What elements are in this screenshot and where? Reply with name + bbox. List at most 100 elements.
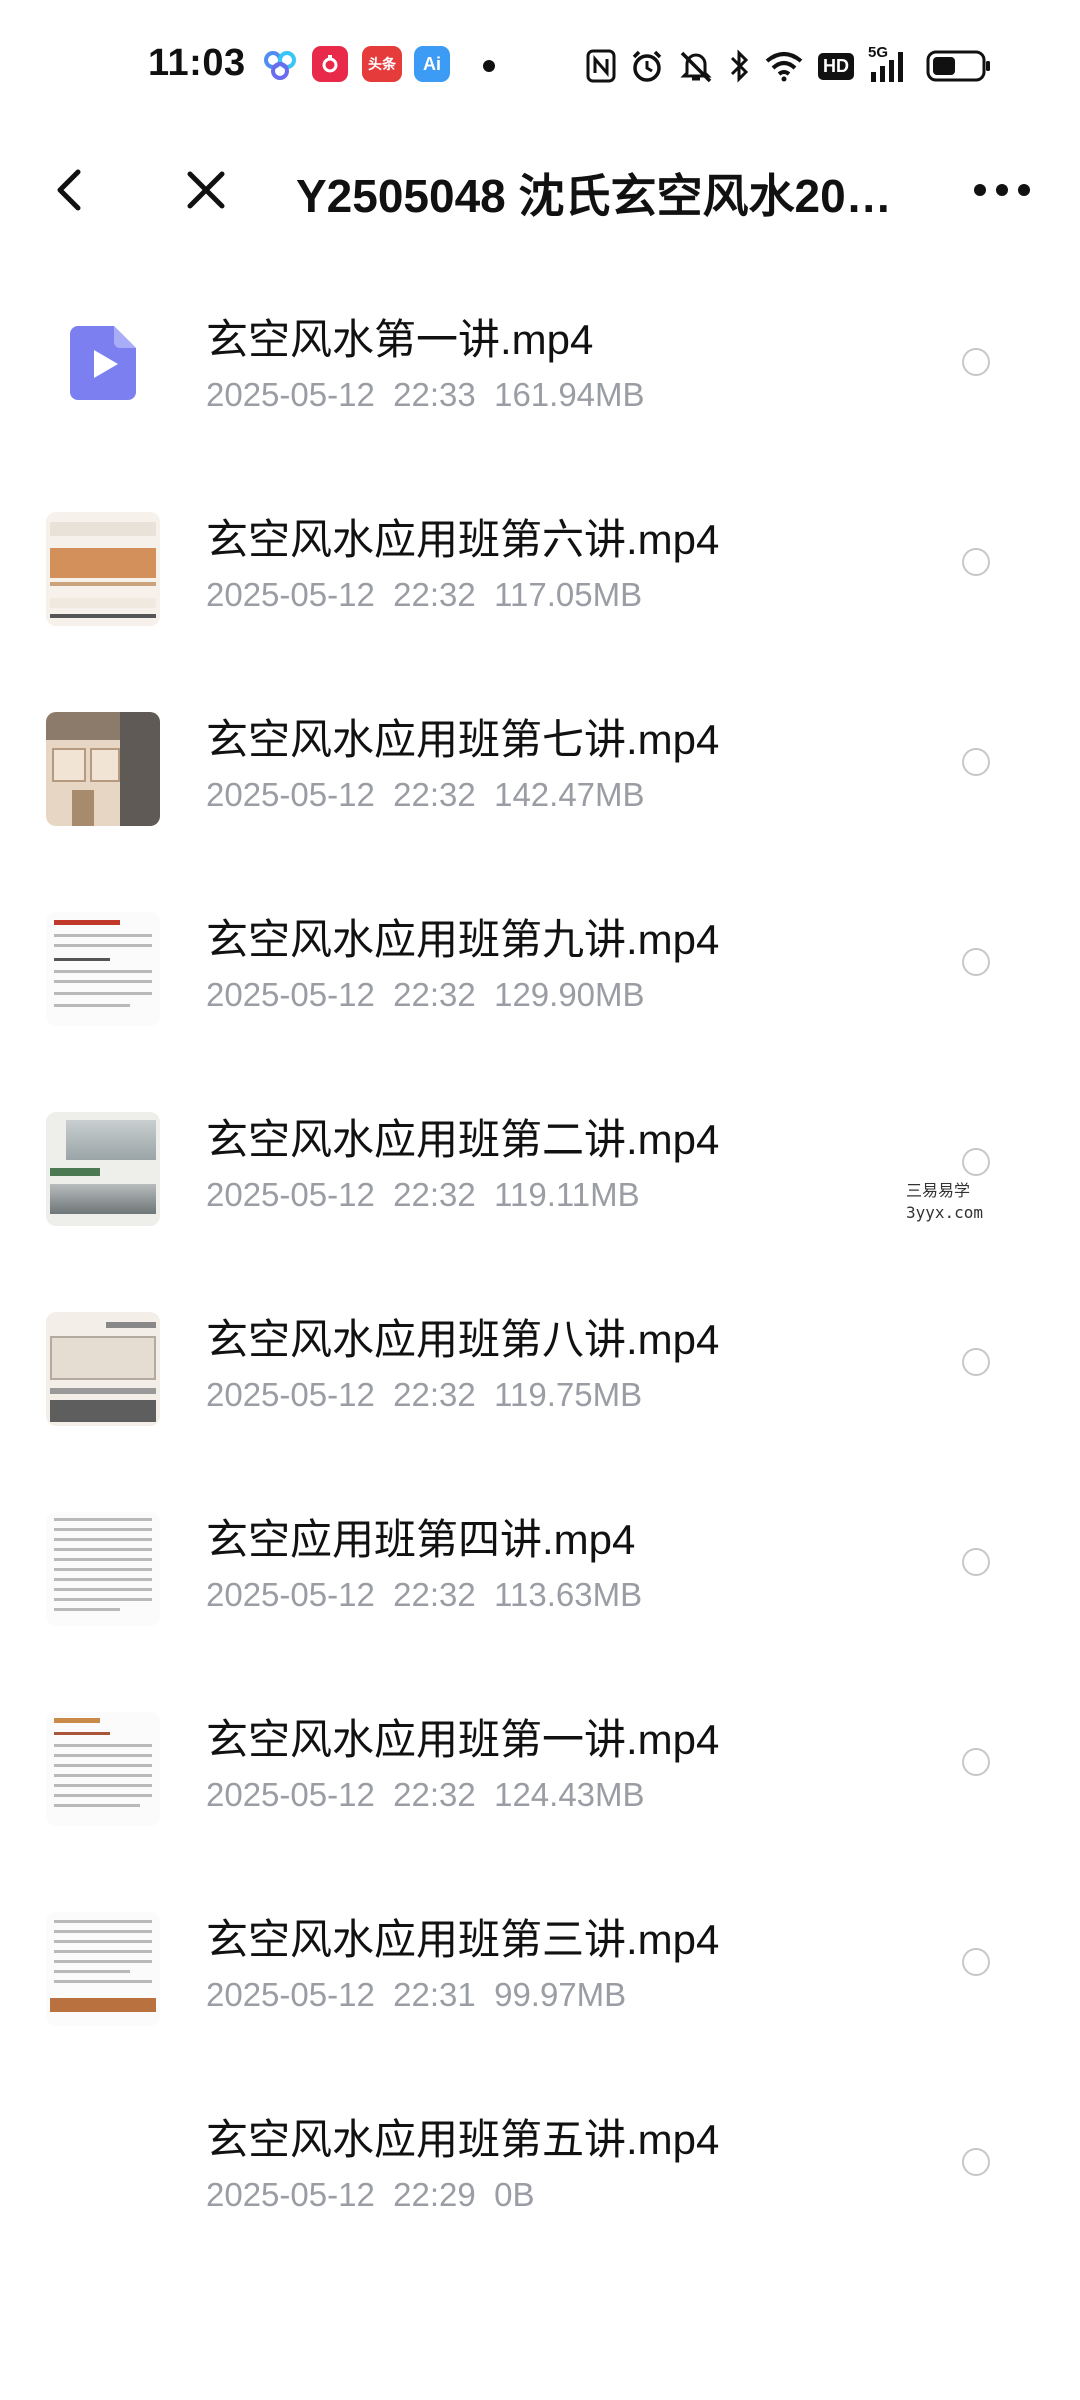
chevron-left-icon [57, 169, 81, 211]
file-name: 玄空风水应用班第六讲.mp4 [206, 516, 720, 563]
video-thumbnail [46, 1912, 160, 2026]
select-radio[interactable] [962, 748, 990, 776]
signal-label: 5G [868, 44, 889, 61]
file-row[interactable]: 玄空风水应用班第一讲.mp4 2025-05-12 22:32 124.43MB [0, 1656, 1080, 1856]
file-time: 22:32 [393, 1576, 476, 1613]
file-meta: 2025-05-12 22:32 142.47MB [206, 776, 645, 814]
file-row[interactable]: 玄空风水应用班第三讲.mp4 2025-05-12 22:31 99.97MB [0, 1856, 1080, 2056]
file-name: 玄空风水应用班第八讲.mp4 [206, 1316, 720, 1363]
file-name: 玄空风水应用班第七讲.mp4 [206, 716, 720, 763]
video-thumbnail [46, 1112, 160, 1226]
file-meta: 2025-05-12 22:32 117.05MB [206, 576, 642, 614]
select-radio[interactable] [962, 2148, 990, 2176]
select-radio[interactable] [962, 1948, 990, 1976]
watermark-title: 三易易学 [906, 1181, 971, 1200]
file-size: 161.94MB [494, 376, 645, 413]
file-name: 玄空风水应用班第三讲.mp4 [206, 1916, 720, 1963]
file-list: 玄空风水第一讲.mp4 2025-05-12 22:33 161.94MB 玄空… [0, 256, 1080, 2256]
pinduoduo-icon [312, 46, 348, 82]
file-size: 0B [494, 2176, 535, 2213]
file-date: 2025-05-12 [206, 1976, 375, 2013]
file-row[interactable]: 玄空风水应用班第七讲.mp4 2025-05-12 22:32 142.47MB [0, 656, 1080, 856]
file-size: 142.47MB [494, 776, 645, 813]
video-file-icon [70, 326, 136, 400]
file-row[interactable]: 玄空风水应用班第二讲.mp4 2025-05-12 22:32 119.11MB [0, 1056, 1080, 1256]
file-row[interactable]: 玄空风水应用班第八讲.mp4 2025-05-12 22:32 119.75MB [0, 1256, 1080, 1456]
select-radio[interactable] [962, 348, 990, 376]
file-meta: 2025-05-12 22:32 119.75MB [206, 1376, 642, 1414]
video-thumbnail [46, 712, 160, 826]
toutiao-icon: 头条 [362, 46, 402, 82]
select-radio[interactable] [962, 948, 990, 976]
nfc-icon [586, 49, 616, 83]
file-row[interactable]: 玄空风水第一讲.mp4 2025-05-12 22:33 161.94MB [0, 256, 1080, 456]
file-time: 22:32 [393, 1176, 476, 1213]
file-meta: 2025-05-12 22:32 129.90MB [206, 976, 645, 1014]
wifi-icon [764, 50, 804, 82]
file-name: 玄空风水应用班第五讲.mp4 [206, 2116, 720, 2163]
file-size: 119.75MB [494, 1376, 643, 1413]
select-radio[interactable] [962, 1148, 990, 1176]
page-title: Y2505048 沈氏玄空风水2025... [296, 170, 916, 222]
file-time: 22:29 [393, 2176, 476, 2213]
alarm-icon [630, 49, 664, 83]
file-name: 玄空风水应用班第九讲.mp4 [206, 916, 720, 963]
hd-label: HD [818, 52, 854, 80]
back-button[interactable] [34, 154, 106, 226]
more-horizontal-icon [974, 184, 1030, 196]
file-time: 22:33 [393, 376, 476, 413]
file-size: 99.97MB [494, 1976, 627, 2013]
file-time: 22:32 [393, 976, 476, 1013]
more-notifications-dot [483, 60, 495, 72]
close-button[interactable] [170, 154, 242, 226]
file-meta: 2025-05-12 22:32 124.43MB [206, 1776, 645, 1814]
baidu-netdisk-icon [262, 46, 298, 82]
file-date: 2025-05-12 [206, 1176, 375, 1213]
file-size: 117.05MB [494, 576, 643, 613]
video-thumbnail [46, 1712, 160, 1826]
select-radio[interactable] [962, 1348, 990, 1376]
file-size: 119.11MB [494, 1176, 640, 1213]
bluetooth-icon [728, 49, 750, 83]
file-row[interactable]: 玄空风水应用班第六讲.mp4 2025-05-12 22:32 117.05MB [0, 456, 1080, 656]
file-name: 玄空应用班第四讲.mp4 [206, 1516, 636, 1563]
file-date: 2025-05-12 [206, 776, 375, 813]
file-name: 玄空风水应用班第二讲.mp4 [206, 1116, 720, 1163]
video-thumbnail [46, 1312, 160, 1426]
status-bar: 11:03 头条 Ai HD 5G [0, 0, 1080, 130]
file-date: 2025-05-12 [206, 1576, 375, 1613]
status-time: 11:03 [148, 42, 246, 84]
file-time: 22:32 [393, 1776, 476, 1813]
file-date: 2025-05-12 [206, 976, 375, 1013]
system-icons: HD 5G [586, 44, 992, 88]
watermark-url: 3yyx.com [906, 1203, 984, 1222]
video-thumbnail [46, 1512, 160, 1626]
file-time: 22:32 [393, 776, 476, 813]
header-bar: Y2505048 沈氏玄空风水2025... [0, 130, 1080, 246]
hd-badge: HD [818, 52, 854, 80]
select-radio[interactable] [962, 1548, 990, 1576]
file-date: 2025-05-12 [206, 376, 375, 413]
close-icon [187, 171, 225, 209]
file-meta: 2025-05-12 22:29 0B [206, 2176, 534, 2214]
file-name: 玄空风水应用班第一讲.mp4 [206, 1716, 720, 1763]
file-size: 124.43MB [494, 1776, 645, 1813]
file-time: 22:32 [393, 576, 476, 613]
select-radio[interactable] [962, 548, 990, 576]
file-date: 2025-05-12 [206, 1376, 375, 1413]
ai-app-label: Ai [423, 53, 441, 74]
file-size: 113.63MB [494, 1576, 643, 1613]
more-options-button[interactable] [966, 154, 1038, 226]
file-row[interactable]: 玄空风水应用班第五讲.mp4 2025-05-12 22:29 0B [0, 2056, 1080, 2256]
file-date: 2025-05-12 [206, 576, 375, 613]
toutiao-label: 头条 [368, 56, 396, 72]
file-row[interactable]: 玄空应用班第四讲.mp4 2025-05-12 22:32 113.63MB [0, 1456, 1080, 1656]
mute-icon [678, 49, 714, 83]
select-radio[interactable] [962, 1748, 990, 1776]
file-size: 129.90MB [494, 976, 645, 1013]
file-meta: 2025-05-12 22:31 99.97MB [206, 1976, 626, 2014]
file-time: 22:31 [393, 1976, 476, 2013]
signal-icon: 5G [868, 44, 912, 84]
video-thumbnail [46, 912, 160, 1026]
file-row[interactable]: 玄空风水应用班第九讲.mp4 2025-05-12 22:32 129.90MB [0, 856, 1080, 1056]
